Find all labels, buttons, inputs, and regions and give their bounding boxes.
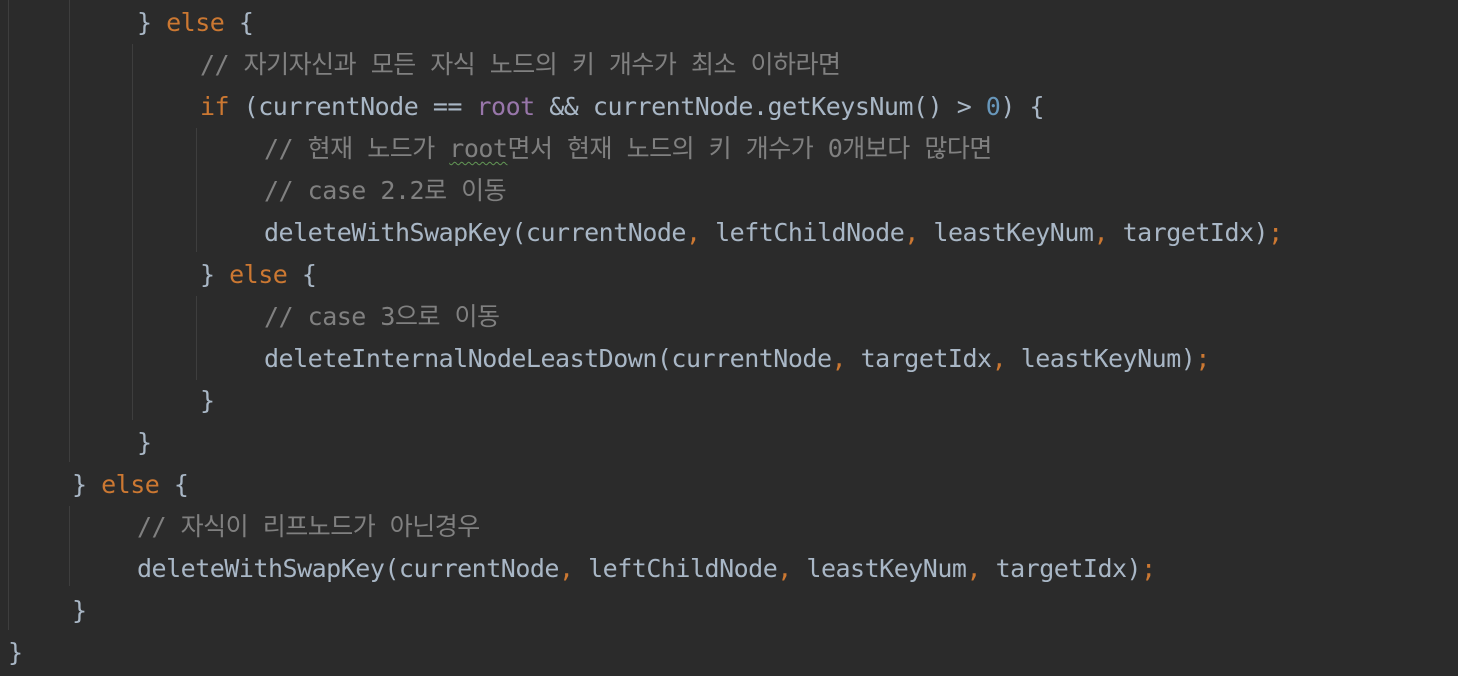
code-line[interactable]: } bbox=[137, 422, 152, 464]
code-token: { bbox=[159, 470, 189, 499]
code-token: , bbox=[966, 554, 982, 583]
code-token: leastKeyNum bbox=[918, 218, 1094, 247]
keyword-token: else bbox=[101, 470, 160, 499]
code-line[interactable]: // case 2.2로 이동 bbox=[264, 170, 507, 212]
code-token: 0 bbox=[985, 92, 1001, 121]
code-token: && currentNode.getKeysNum() > bbox=[534, 92, 986, 121]
code-token: , bbox=[1093, 218, 1109, 247]
indent-guide bbox=[69, 0, 70, 462]
keyword-token: else bbox=[229, 260, 288, 289]
code-token: (currentNode == bbox=[229, 92, 477, 121]
code-token: ) { bbox=[1000, 92, 1045, 121]
code-line[interactable]: // 현재 노드가 root면서 현재 노드의 키 개수가 0개보다 많다면 bbox=[264, 128, 992, 170]
code-token: , bbox=[686, 218, 701, 247]
code-token: { bbox=[224, 8, 254, 37]
code-token: , bbox=[831, 344, 847, 373]
comment-token: // 자기자신과 모든 자식 노드의 키 개수가 최소 이하라면 bbox=[200, 50, 841, 79]
code-token: leastKeyNum bbox=[791, 554, 967, 583]
code-line[interactable]: if (currentNode == root && currentNode.g… bbox=[200, 86, 1045, 128]
code-line[interactable]: // 자기자신과 모든 자식 노드의 키 개수가 최소 이하라면 bbox=[200, 44, 841, 86]
comment-token: // 현재 노드가 bbox=[264, 134, 450, 163]
code-token: } bbox=[8, 638, 23, 667]
code-token: root bbox=[476, 92, 535, 121]
code-line[interactable]: deleteInternalNodeLeastDown(currentNode,… bbox=[264, 338, 1210, 380]
code-token: leftChildNode bbox=[700, 218, 905, 247]
code-token: , bbox=[991, 344, 1007, 373]
code-token: targetIdx) bbox=[1108, 218, 1269, 247]
keyword-token: else bbox=[166, 8, 225, 37]
code-line[interactable]: } else { bbox=[72, 464, 189, 506]
code-token: } bbox=[72, 596, 87, 625]
comment-token: // case 2.2로 이동 bbox=[264, 176, 507, 205]
code-line[interactable]: } else { bbox=[200, 254, 317, 296]
code-token: } bbox=[200, 260, 230, 289]
indent-guide bbox=[8, 0, 9, 630]
comment-token: // case 3으로 이동 bbox=[264, 302, 500, 331]
code-token: } bbox=[137, 428, 152, 457]
code-editor[interactable]: } else { // 자기자신과 모든 자식 노드의 키 개수가 최소 이하라면… bbox=[0, 0, 1458, 676]
code-token: { bbox=[287, 260, 317, 289]
indent-guide bbox=[196, 296, 197, 380]
code-token: deleteInternalNodeLeastDown(currentNode bbox=[264, 344, 832, 373]
indent-guide bbox=[69, 506, 70, 586]
code-token: } bbox=[200, 386, 215, 415]
code-token: } bbox=[137, 8, 167, 37]
code-line[interactable]: } else { bbox=[137, 2, 254, 44]
comment-token: 면서 현재 노드의 키 개수가 0개보다 많다면 bbox=[507, 134, 992, 163]
code-token: } bbox=[72, 470, 102, 499]
code-token: targetIdx bbox=[846, 344, 992, 373]
code-token: deleteWithSwapKey(currentNode bbox=[264, 218, 687, 247]
code-token: leastKeyNum) bbox=[1006, 344, 1196, 373]
code-token: deleteWithSwapKey(currentNode bbox=[137, 554, 560, 583]
code-line[interactable]: deleteWithSwapKey(currentNode, leftChild… bbox=[137, 548, 1156, 590]
code-line[interactable]: } bbox=[72, 590, 87, 632]
indent-guide bbox=[196, 128, 197, 252]
code-token: leftChildNode bbox=[573, 554, 778, 583]
code-token: , bbox=[559, 554, 574, 583]
comment-token: // 자식이 리프노드가 아닌경우 bbox=[137, 512, 480, 541]
indent-guide bbox=[132, 44, 133, 420]
code-token: ; bbox=[1195, 344, 1210, 373]
code-token: , bbox=[904, 218, 919, 247]
comment-token: root bbox=[449, 134, 508, 163]
code-token: targetIdx) bbox=[981, 554, 1142, 583]
code-line[interactable]: // 자식이 리프노드가 아닌경우 bbox=[137, 506, 480, 548]
keyword-token: if bbox=[200, 92, 230, 121]
code-line[interactable]: deleteWithSwapKey(currentNode, leftChild… bbox=[264, 212, 1283, 254]
code-line[interactable]: // case 3으로 이동 bbox=[264, 296, 500, 338]
code-token: , bbox=[777, 554, 792, 583]
code-token: ; bbox=[1141, 554, 1156, 583]
code-line[interactable]: } bbox=[8, 632, 23, 674]
code-token: ; bbox=[1268, 218, 1283, 247]
code-line[interactable]: } bbox=[200, 380, 215, 422]
